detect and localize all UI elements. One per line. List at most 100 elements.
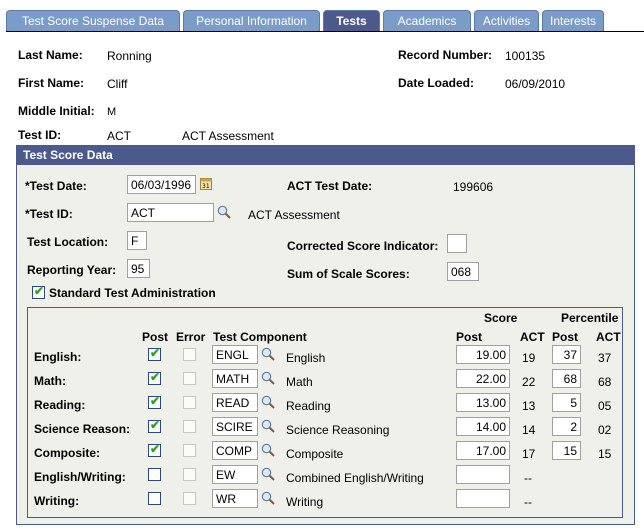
score-act-value: 13: [522, 399, 536, 413]
percentile-act-value: 68: [598, 375, 612, 389]
test-id-lookup-icon[interactable]: [217, 205, 231, 219]
date-loaded-value: 06/09/2010: [505, 77, 566, 91]
component-lookup-icon[interactable]: [261, 347, 275, 361]
component-lookup-icon[interactable]: [261, 419, 275, 433]
standard-test-administration-checkbox[interactable]: ✔: [32, 284, 45, 299]
component-code-input[interactable]: [212, 345, 258, 364]
standard-test-administration-label: Standard Test Administration: [49, 286, 216, 300]
last-name-label: Last Name:: [18, 48, 83, 62]
test-date-label: *Test Date:: [25, 179, 87, 193]
post-checkbox[interactable]: ✔: [148, 418, 161, 433]
percentile-post-input[interactable]: [552, 441, 581, 460]
test-id-label: Test ID:: [18, 128, 62, 142]
percentile-post-input[interactable]: [552, 369, 581, 388]
error-checkbox: [183, 444, 196, 457]
post-checkbox[interactable]: [148, 492, 161, 505]
score-post-input[interactable]: [456, 441, 510, 460]
component-description: English: [286, 351, 326, 365]
score-act-value: --: [524, 495, 532, 509]
error-checkbox: [183, 420, 196, 433]
component-lookup-icon[interactable]: [261, 443, 275, 457]
score-act-value: 19: [522, 351, 536, 365]
calendar-icon[interactable]: 31: [200, 177, 212, 190]
test-date-input[interactable]: [127, 175, 196, 194]
reporting-year-label: Reporting Year:: [27, 263, 117, 277]
test-id-input[interactable]: [127, 203, 214, 222]
component-code-input[interactable]: [212, 465, 258, 484]
score-post-input[interactable]: [456, 489, 510, 508]
percentile-act-value: 15: [598, 447, 612, 461]
test-components-grid: Score Percentile Post Error Test Compone…: [27, 307, 623, 518]
tab-academics[interactable]: Academics: [383, 10, 471, 31]
component-code-input[interactable]: [212, 369, 258, 388]
error-checkbox: [183, 348, 196, 361]
percentile-post-input[interactable]: [552, 393, 581, 412]
section-test-id-description: ACT Assessment: [248, 208, 340, 222]
percentile-post-header: Post: [552, 330, 579, 344]
score-act-value: 14: [522, 423, 536, 437]
percentile-post-input[interactable]: [552, 417, 581, 436]
percentile-post-input[interactable]: [552, 345, 581, 364]
error-header: Error: [176, 330, 206, 344]
percentile-act-header: ACT: [596, 330, 621, 344]
component-code-input[interactable]: [212, 393, 258, 412]
error-checkbox: [183, 492, 196, 505]
component-description: Math: [286, 375, 313, 389]
corrected-score-indicator-input[interactable]: [447, 234, 467, 253]
post-checkbox[interactable]: ✔: [148, 394, 161, 409]
post-checkbox[interactable]: ✔: [148, 370, 161, 385]
component-lookup-icon[interactable]: [261, 467, 275, 481]
first-name-label: First Name:: [18, 76, 85, 90]
post-header: Post: [142, 330, 169, 344]
check-icon: ✔: [150, 394, 161, 408]
component-code-input[interactable]: [212, 417, 258, 436]
tab-tests[interactable]: Tests: [323, 10, 380, 31]
check-icon: ✔: [34, 284, 45, 298]
component-lookup-icon[interactable]: [261, 491, 275, 505]
test-id-value: ACT: [107, 129, 131, 143]
error-checkbox: [183, 468, 196, 481]
act-test-date-value: 199606: [453, 180, 494, 194]
component-code-input[interactable]: [212, 489, 258, 508]
test-id-description: ACT Assessment: [182, 129, 274, 143]
percentile-act-value: 02: [598, 423, 612, 437]
test-score-data-section: Test Score Data *Test Date: 31 ACT Test …: [16, 145, 635, 525]
row-label: Reading:: [34, 398, 86, 412]
test-location-input[interactable]: [127, 231, 147, 250]
score-post-input[interactable]: [456, 417, 510, 436]
post-checkbox[interactable]: [148, 468, 161, 481]
corrected-score-indicator-label: Corrected Score Indicator:: [287, 239, 439, 253]
component-code-input[interactable]: [212, 441, 258, 460]
post-checkbox[interactable]: ✔: [148, 346, 161, 361]
component-lookup-icon[interactable]: [261, 395, 275, 409]
act-test-date-label: ACT Test Date:: [287, 179, 373, 193]
score-post-input[interactable]: [456, 465, 510, 484]
row-label: Math:: [34, 374, 66, 388]
component-lookup-icon[interactable]: [261, 371, 275, 385]
tab-divider: [6, 31, 644, 32]
component-description: Science Reasoning: [286, 423, 390, 437]
tab-interests[interactable]: Interests: [542, 10, 604, 31]
tab-test-score-suspense-data[interactable]: Test Score Suspense Data: [6, 10, 180, 31]
component-description: Writing: [286, 495, 324, 509]
score-post-input[interactable]: [456, 369, 510, 388]
tab-activities[interactable]: Activities: [474, 10, 539, 31]
score-post-input[interactable]: [456, 345, 510, 364]
reporting-year-input[interactable]: [127, 259, 150, 278]
check-icon: ✔: [150, 418, 161, 432]
tab-personal-information[interactable]: Personal Information: [183, 10, 320, 31]
score-post-input[interactable]: [456, 393, 510, 412]
score-act-value: 22: [522, 375, 536, 389]
percentile-act-value: 05: [598, 399, 612, 413]
post-checkbox[interactable]: ✔: [148, 442, 161, 457]
row-label: English/Writing:: [34, 470, 126, 484]
middle-initial-value: M: [107, 106, 117, 118]
sum-of-scale-scores-label: Sum of Scale Scores:: [287, 267, 410, 281]
sum-of-scale-scores-input[interactable]: [447, 262, 479, 281]
component-description: Combined English/Writing: [286, 471, 424, 485]
row-label: Writing:: [34, 494, 80, 508]
score-act-value: --: [524, 471, 532, 485]
score-act-header: ACT: [520, 330, 545, 344]
error-checkbox: [183, 396, 196, 409]
check-icon: ✔: [150, 370, 161, 384]
